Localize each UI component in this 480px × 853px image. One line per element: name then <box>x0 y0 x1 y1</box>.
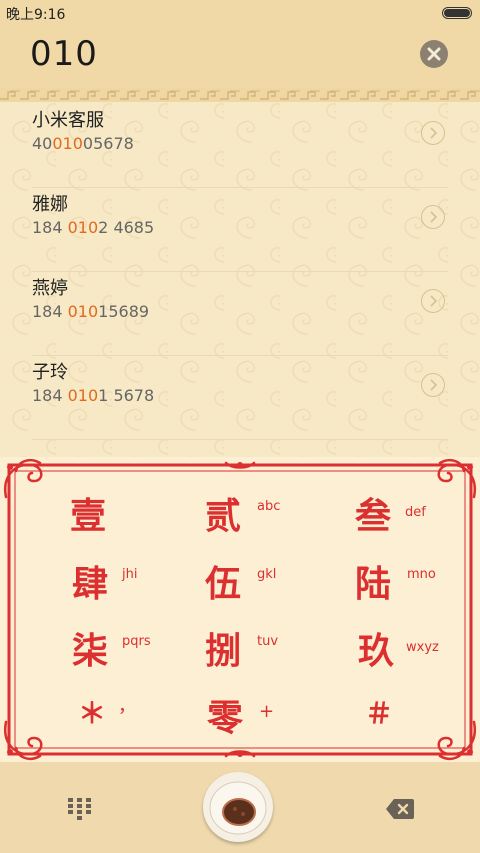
contact-number: 4001005678 <box>32 134 134 153</box>
contact-name: 子玲 <box>32 362 68 383</box>
list-item[interactable]: 燕婷 184 01015689 <box>0 272 480 356</box>
key-1[interactable]: 壹 <box>70 487 220 547</box>
contact-name: 小米客服 <box>32 110 104 131</box>
clear-icon[interactable] <box>420 40 448 68</box>
dialpad-icon[interactable] <box>68 798 92 824</box>
status-bar: 晚上9:16 <box>0 0 480 26</box>
search-query[interactable]: 010 <box>30 34 98 74</box>
chevron-right-icon[interactable] <box>421 289 445 313</box>
key-4[interactable]: 肆 jhi <box>72 555 222 615</box>
chevron-right-icon[interactable] <box>421 121 445 145</box>
call-bun-icon <box>209 781 267 835</box>
key-6[interactable]: 陆 mno <box>355 555 480 615</box>
key-7[interactable]: 柒 pqrs <box>72 622 222 682</box>
contact-list: 小米客服 4001005678 雅娜 184 0102 4685 燕婷 184 … <box>0 102 480 442</box>
key-hash[interactable]: ＃ <box>365 692 480 752</box>
dial-keypad: 壹 贰 abc 叁 def 肆 jhi 伍 gkl 陆 mno 柒 pqrs 捌… <box>0 457 480 762</box>
key-5[interactable]: 伍 gkl <box>205 555 355 615</box>
contact-name: 雅娜 <box>32 194 68 215</box>
chevron-right-icon[interactable] <box>421 373 445 397</box>
key-2[interactable]: 贰 abc <box>205 487 355 547</box>
key-8[interactable]: 捌 tuv <box>205 622 355 682</box>
status-time: 晚上9:16 <box>6 7 66 23</box>
list-item[interactable]: 雅娜 184 0102 4685 <box>0 188 480 272</box>
contact-name: 燕婷 <box>32 278 68 299</box>
battery-icon <box>442 7 472 19</box>
backspace-icon[interactable] <box>386 799 414 823</box>
divider <box>32 439 448 440</box>
search-header: 010 <box>0 26 480 88</box>
bottom-action-bar <box>0 762 480 853</box>
contact-number: 184 01015689 <box>32 302 150 321</box>
contact-number: 184 0101 5678 <box>32 386 155 405</box>
key-9[interactable]: 玖 wxyz <box>358 622 480 682</box>
key-0[interactable]: 零 + <box>207 689 357 749</box>
contact-number: 184 0102 4685 <box>32 218 155 237</box>
decorative-fret-border <box>0 88 480 102</box>
list-item[interactable]: 小米客服 4001005678 <box>0 104 480 188</box>
key-star[interactable]: ＊ ， <box>78 692 228 752</box>
call-button[interactable] <box>203 772 273 842</box>
list-item[interactable]: 子玲 184 0101 5678 <box>0 356 480 440</box>
key-3[interactable]: 叁 def <box>355 487 480 547</box>
chevron-right-icon[interactable] <box>421 205 445 229</box>
